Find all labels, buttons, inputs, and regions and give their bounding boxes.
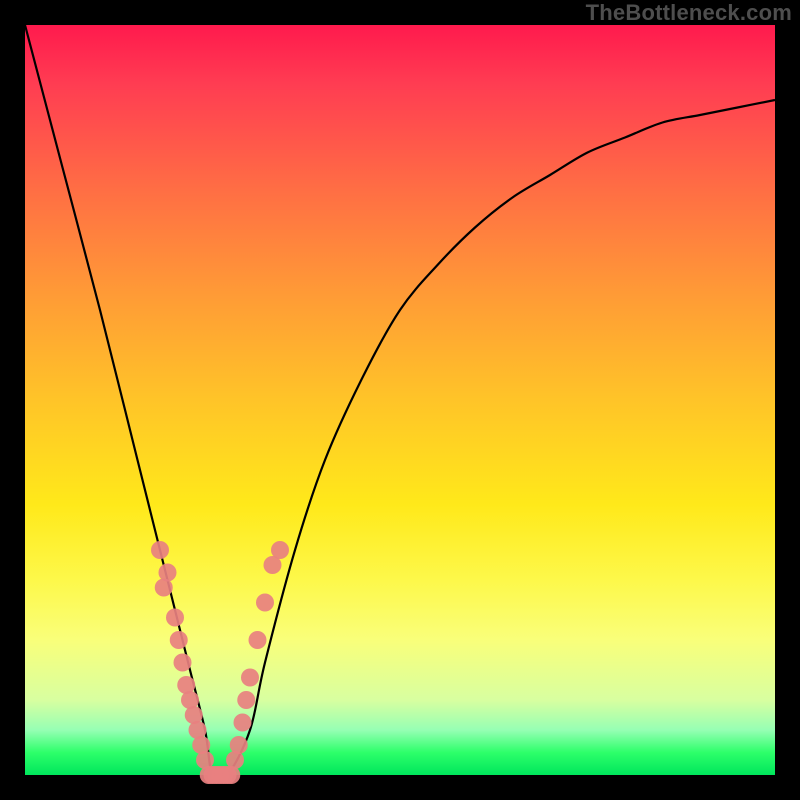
data-marker [151, 541, 169, 559]
data-marker [189, 721, 207, 739]
data-marker [271, 541, 289, 559]
chart-svg [25, 25, 775, 775]
data-marker [249, 631, 267, 649]
data-marker [174, 654, 192, 672]
data-marker [159, 564, 177, 582]
data-marker [230, 736, 248, 754]
data-marker [181, 691, 199, 709]
data-marker [177, 676, 195, 694]
data-marker [234, 714, 252, 732]
data-marker [192, 736, 210, 754]
marker-layer [151, 541, 289, 784]
watermark-text: TheBottleneck.com [586, 0, 792, 26]
data-marker [241, 669, 259, 687]
data-marker [170, 631, 188, 649]
data-marker [226, 751, 244, 769]
data-marker [155, 579, 173, 597]
data-marker [237, 691, 255, 709]
data-marker [256, 594, 274, 612]
data-marker [222, 766, 240, 784]
data-marker [185, 706, 203, 724]
bottleneck-curve [25, 25, 775, 781]
data-marker [166, 609, 184, 627]
